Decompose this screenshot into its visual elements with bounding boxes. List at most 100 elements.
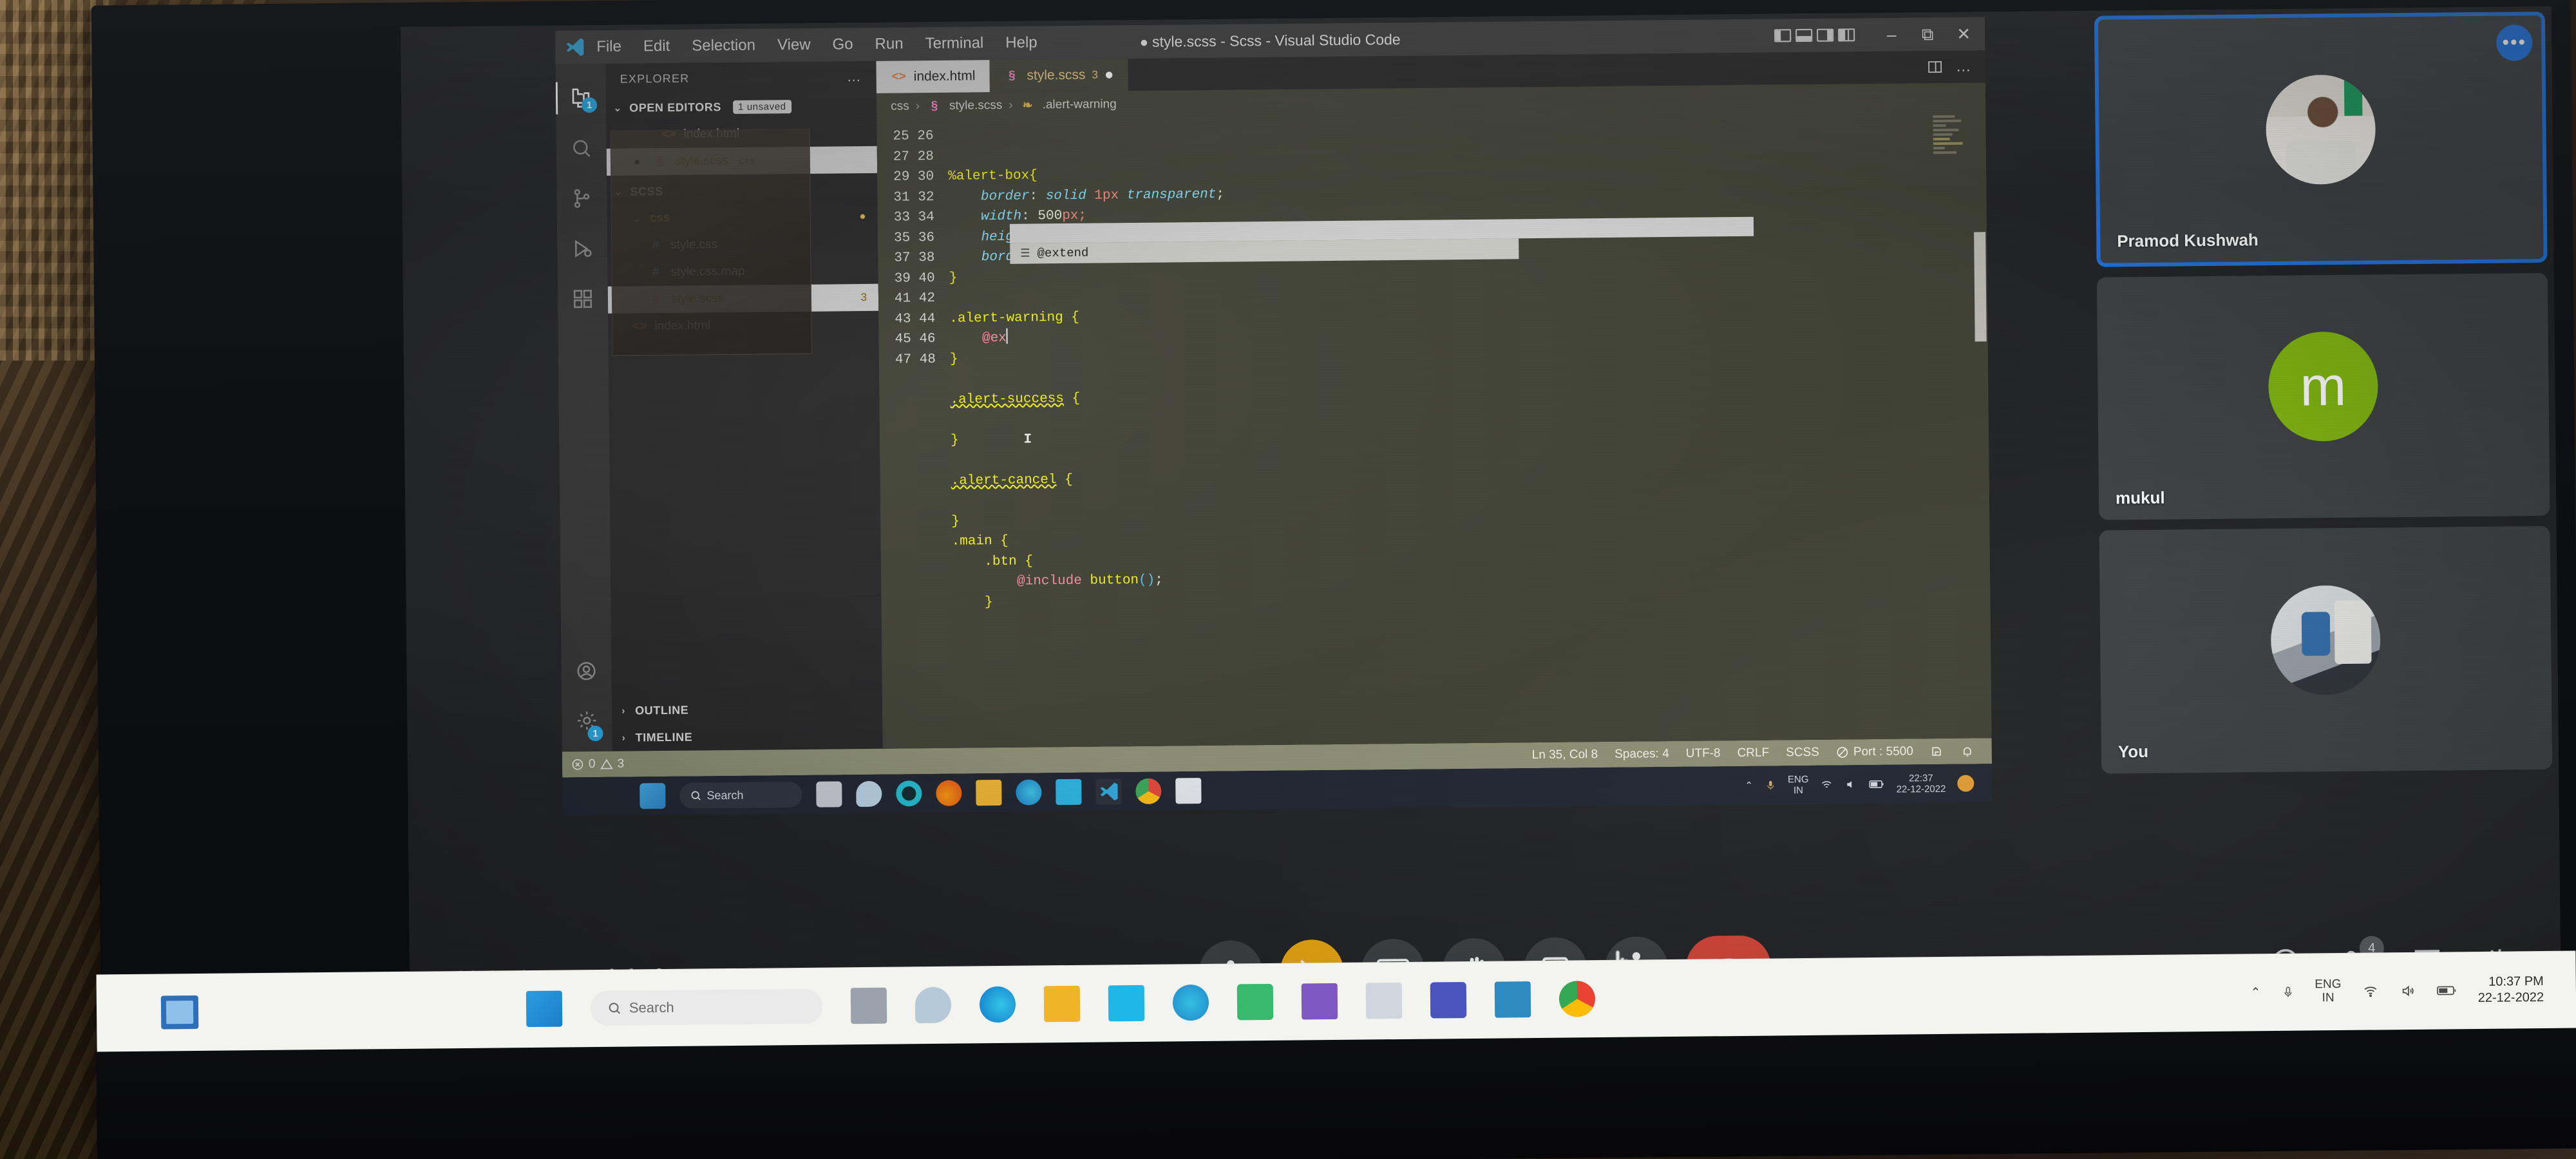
file-explorer-icon[interactable] <box>976 780 1002 806</box>
minimize-button[interactable]: – <box>1879 25 1904 44</box>
remote-window-icon[interactable] <box>1930 745 1944 758</box>
explorer-overflow-icon[interactable]: … <box>847 68 862 85</box>
split-editor-icon[interactable] <box>1926 59 1944 75</box>
maximize-restore-button[interactable]: ⧉ <box>1915 24 1940 44</box>
language-indicator[interactable]: ENG IN <box>2315 977 2342 1005</box>
vscode-menubar[interactable]: File Edit Selection View Go Run Terminal… <box>592 31 1041 59</box>
activitybar-search[interactable] <box>556 123 607 174</box>
volume-icon[interactable] <box>1845 778 1858 790</box>
teams-icon[interactable] <box>1430 982 1467 1019</box>
show-hidden-icons-chevron-icon[interactable]: ⌃ <box>2250 985 2260 1000</box>
edge-icon[interactable] <box>979 986 1016 1023</box>
widgets-icon[interactable] <box>856 780 882 807</box>
store-icon[interactable] <box>1236 983 1274 1021</box>
volume-icon[interactable] <box>2400 984 2416 998</box>
widgets-icon[interactable] <box>914 986 952 1024</box>
menu-help[interactable]: Help <box>1001 31 1041 55</box>
chrome-icon[interactable] <box>1558 981 1596 1017</box>
open-editor-index-html[interactable]: <> index.html <box>606 119 876 149</box>
inner-clock[interactable]: 22:37 22-12-2022 <box>1896 773 1946 795</box>
tray-mic-icon[interactable] <box>1765 778 1776 791</box>
notifications-bell-icon[interactable] <box>1961 744 1974 758</box>
menu-view[interactable]: View <box>773 33 815 57</box>
folder-css[interactable]: ⌄ css ● <box>607 203 878 232</box>
tile-more-options-icon[interactable]: ••• <box>2496 24 2533 61</box>
cursor-position[interactable]: Ln 35, Col 8 <box>1532 748 1598 762</box>
minimap[interactable] <box>1933 115 1976 739</box>
encoding-setting[interactable]: UTF-8 <box>1686 746 1721 761</box>
inner-language-indicator[interactable]: ENG IN <box>1788 774 1809 796</box>
start-icon[interactable] <box>526 990 563 1028</box>
edge-icon[interactable] <box>1016 779 1042 806</box>
notification-dot-icon[interactable] <box>1957 775 1975 792</box>
task-view-icon[interactable] <box>816 781 842 807</box>
file-style-css-map[interactable]: # style.css.map <box>607 257 878 287</box>
taskbar-clock[interactable]: 10:37 PM 22-12-2022 <box>2477 974 2544 1006</box>
editor-overflow-icon[interactable]: … <box>1956 57 1973 75</box>
file-explorer-icon[interactable] <box>160 995 199 1030</box>
problems-indicator[interactable]: 0 3 <box>571 757 624 772</box>
photos-icon[interactable] <box>1494 981 1531 1018</box>
participant-tile-pramod[interactable]: ••• Pramod Kushwah <box>2094 11 2548 267</box>
mail-icon[interactable] <box>1108 985 1145 1022</box>
outline-section-header[interactable]: › OUTLINE <box>612 695 882 724</box>
indentation-setting[interactable]: Spaces: 4 <box>1615 747 1669 762</box>
participant-tile-you[interactable]: You <box>2099 526 2553 774</box>
show-hidden-icons-chevron-icon[interactable]: ⌃ <box>1745 780 1753 791</box>
shared-screen-region[interactable]: File Edit Selection View Go Run Terminal… <box>555 17 1993 778</box>
layout-toggle-group[interactable] <box>1774 28 1855 42</box>
file-style-css[interactable]: # style.css <box>607 230 878 259</box>
vscode-icon[interactable] <box>1095 778 1122 805</box>
toggle-secondary-sidebar-icon[interactable] <box>1817 28 1834 42</box>
notes-icon[interactable] <box>1301 983 1338 1020</box>
file-index-html[interactable]: <> index.html <box>608 311 878 341</box>
taskbar-search[interactable]: Search <box>590 988 823 1026</box>
activitybar-settings[interactable]: 1 <box>562 701 612 752</box>
activitybar-explorer[interactable]: 1 <box>556 73 607 124</box>
open-editors-header[interactable]: ⌄ OPEN EDITORS 1 unsaved <box>606 92 876 122</box>
menu-file[interactable]: File <box>592 35 625 59</box>
participant-tile-mukul[interactable]: m mukul <box>2096 272 2550 520</box>
toggle-panel-icon[interactable] <box>1795 28 1813 42</box>
start-icon[interactable] <box>639 783 666 809</box>
breadcrumb-file[interactable]: style.scss <box>949 99 1003 113</box>
code-editor[interactable]: 25 26 27 28 29 30 31 32 33 34 35 36 37 3… <box>876 109 1992 749</box>
language-mode[interactable]: SCSS <box>1786 746 1819 760</box>
firefox-icon[interactable] <box>936 780 962 806</box>
battery-icon[interactable] <box>1869 779 1885 789</box>
eol-setting[interactable]: CRLF <box>1737 746 1769 760</box>
menu-edit[interactable]: Edit <box>639 35 674 59</box>
file-explorer-icon[interactable] <box>1043 985 1081 1022</box>
activitybar-accounts[interactable] <box>561 651 612 702</box>
autocomplete-popup[interactable]: ☰ @extend <box>1009 216 1754 264</box>
menu-go[interactable]: Go <box>828 33 857 56</box>
menu-terminal[interactable]: Terminal <box>921 32 987 55</box>
menu-selection[interactable]: Selection <box>688 34 759 58</box>
customize-layout-icon[interactable] <box>1838 28 1855 42</box>
tab-index-html[interactable]: <> index.html <box>876 60 990 93</box>
breadcrumb-folder[interactable]: css <box>891 99 909 113</box>
source-code[interactable]: %alert-box{ border: solid 1px transparen… <box>947 109 1991 748</box>
settings-icon[interactable] <box>1365 983 1403 1019</box>
activitybar-source-control[interactable] <box>556 173 607 224</box>
open-editor-style-scss[interactable]: ● § style.scss css <box>606 146 878 176</box>
task-view-icon[interactable] <box>850 987 887 1024</box>
wifi-icon[interactable] <box>2362 984 2379 998</box>
file-style-scss[interactable]: § style.scss 3 <box>607 283 879 314</box>
tab-dirty-dot-icon[interactable]: ● <box>1104 66 1114 84</box>
menu-run[interactable]: Run <box>871 32 907 56</box>
tab-style-scss[interactable]: § style.scss 3 ● <box>989 59 1128 93</box>
activitybar-run-and-debug[interactable] <box>557 223 608 274</box>
edge2-icon[interactable] <box>1172 984 1209 1021</box>
editor-scrollbar-thumb[interactable] <box>1974 232 1987 342</box>
toggle-primary-sidebar-icon[interactable] <box>1774 29 1792 42</box>
live-server-port[interactable]: Port : 5500 <box>1836 744 1913 759</box>
battery-icon[interactable] <box>2436 984 2458 997</box>
breadcrumb-symbol[interactable]: .alert-warning <box>1043 97 1117 112</box>
inner-taskbar-search[interactable]: Search <box>679 781 802 809</box>
tray-mic-icon[interactable] <box>2281 985 2294 1000</box>
wifi-icon[interactable] <box>1821 779 1833 791</box>
chrome-icon[interactable] <box>1135 778 1162 805</box>
timeline-section-header[interactable]: › TIMELINE <box>612 722 882 751</box>
workspace-folder-header[interactable]: ⌄ SCSS <box>607 176 877 205</box>
